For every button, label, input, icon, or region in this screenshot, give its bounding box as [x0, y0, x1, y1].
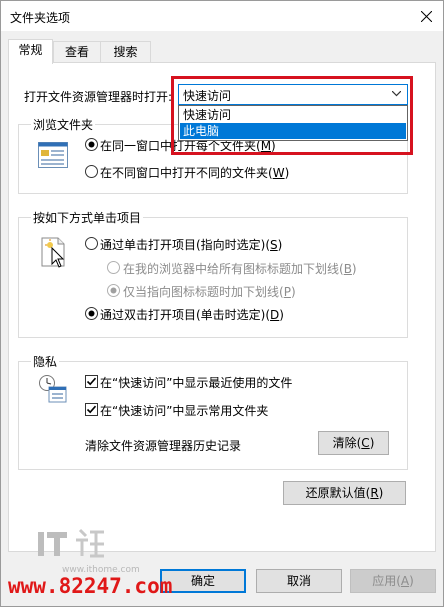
radio-single-click[interactable]: [85, 237, 98, 250]
radio-double-click[interactable]: [85, 307, 98, 320]
radio-underline-all[interactable]: [107, 261, 120, 274]
option-single-click-label: 通过单击打开项目(指向时选定)(S): [100, 238, 283, 252]
privacy-clock-icon: [39, 375, 67, 403]
pointer-click-icon: [41, 237, 65, 268]
option-underline-hover-label: 仅当指向图标标题时加下划线(P): [123, 285, 296, 299]
tab-label: 常规: [18, 43, 43, 57]
checkbox-recent-files[interactable]: [85, 375, 98, 388]
window-title: 文件夹选项: [10, 11, 71, 25]
option-underline-all-label: 在我的浏览器中给所有图标标题加下划线(B): [123, 262, 357, 276]
highlight-box: [171, 76, 413, 155]
close-button[interactable]: [409, 1, 443, 31]
browse-folders-title: 浏览文件夹: [31, 116, 96, 133]
radio-same-window[interactable]: [85, 138, 98, 151]
clear-history-button[interactable]: 清除(C): [318, 431, 389, 455]
tab-general[interactable]: 常规: [8, 39, 53, 64]
ok-button[interactable]: 确定: [160, 569, 246, 593]
frequent-folders-label: 在“快速访问”中显示常用文件夹: [100, 404, 269, 418]
checkbox-frequent-folders[interactable]: [85, 403, 98, 416]
close-icon: [421, 11, 432, 22]
folder-window-icon: [38, 142, 68, 168]
clear-history-label: 清除文件资源管理器历史记录: [85, 439, 242, 453]
radio-underline-hover[interactable]: [107, 284, 120, 297]
ithome-logo: [38, 528, 104, 558]
option-double-click-label: 通过双击打开项目(单击时选定)(D): [100, 308, 284, 322]
apply-button[interactable]: 应用(A): [350, 569, 436, 593]
privacy-title: 隐私: [31, 353, 60, 370]
tab-search[interactable]: 搜索: [100, 41, 151, 63]
click-items-title: 按如下方式单击项目: [31, 209, 144, 226]
open-in-label: 打开文件资源管理器时打开:: [24, 90, 173, 104]
watermark-url: www.82247.com: [8, 574, 173, 598]
title-bar[interactable]: 文件夹选项: [1, 1, 443, 31]
option-new-window-label: 在不同窗口中打开不同的文件夹(W): [100, 166, 290, 180]
cancel-button[interactable]: 取消: [256, 569, 342, 593]
tab-label: 搜索: [113, 45, 138, 59]
tab-view[interactable]: 查看: [53, 41, 101, 63]
restore-defaults-button[interactable]: 还原默认值(R): [283, 481, 406, 505]
radio-new-window[interactable]: [85, 165, 98, 178]
recent-files-label: 在“快速访问”中显示最近使用的文件: [100, 376, 293, 390]
tab-label: 查看: [64, 45, 89, 59]
